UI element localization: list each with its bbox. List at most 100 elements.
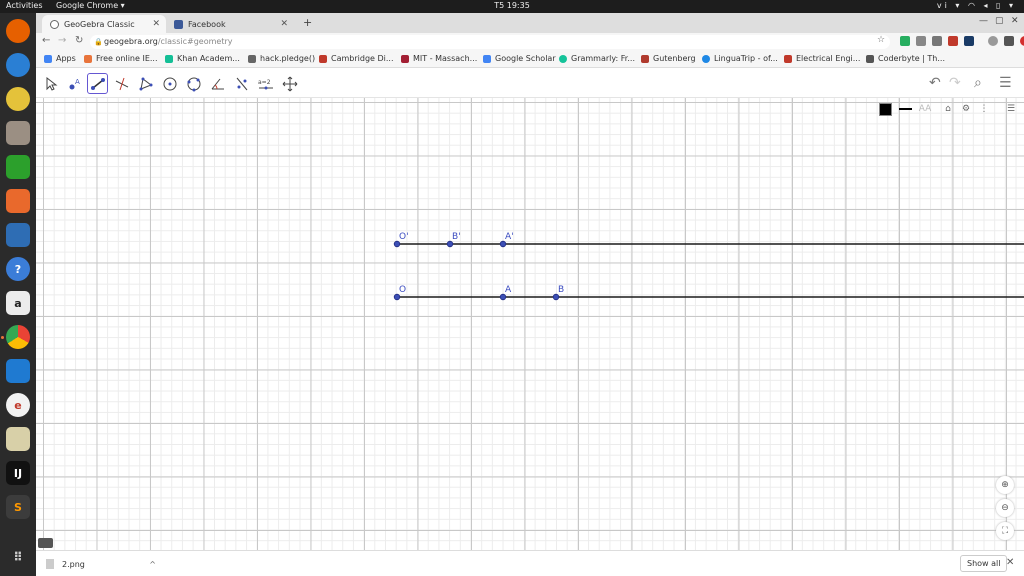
back-button[interactable]: ← (42, 35, 50, 46)
profile-avatar[interactable] (988, 36, 998, 46)
move-graphics-view-tool[interactable] (279, 73, 300, 94)
lock-icon[interactable]: ⌂ (939, 100, 957, 118)
show-all-button[interactable]: Show all (960, 555, 1008, 572)
point-top-0[interactable] (393, 240, 401, 248)
segment-tool[interactable] (87, 73, 108, 94)
new-tab-button[interactable]: + (303, 16, 312, 29)
chevron-up-icon[interactable]: ^ (149, 560, 156, 569)
system-tray[interactable]: vi ▾ ◠ ◂ ▯ ▾ (937, 1, 1016, 10)
intellij-icon[interactable]: IJ (6, 461, 30, 485)
zoom-in-button[interactable]: ⊕ (996, 476, 1014, 494)
point-bottom-0[interactable] (393, 293, 401, 301)
main-menu-icon[interactable]: ☰ (999, 75, 1012, 91)
wifi-icon: ◠ (967, 1, 978, 10)
tab-geogebra[interactable]: GeoGebra Classic ✕ (42, 15, 166, 33)
text-editor-icon[interactable] (6, 427, 30, 451)
app-grid-icon[interactable]: ⠿ (6, 545, 30, 569)
point-label-top-0: O' (399, 232, 409, 242)
color-picker-button[interactable] (876, 100, 894, 118)
ee-icon (784, 54, 792, 63)
tab-facebook[interactable]: Facebook ✕ (166, 15, 294, 33)
amazon-icon[interactable]: a (6, 291, 30, 315)
bookmark-linguatrip[interactable]: LinguaTrip - of... (702, 54, 778, 63)
bookmark-khan-academy[interactable]: Khan Academ... (165, 54, 240, 63)
extension-gift-icon[interactable] (1004, 36, 1014, 46)
bookmark-cambridge[interactable]: Cambridge Di... (319, 54, 394, 63)
bookmark-coderbyte[interactable]: Coderbyte | Th... (866, 54, 945, 63)
star-icon[interactable]: ☆ (877, 35, 885, 45)
point-top-1[interactable] (446, 240, 454, 248)
zoom-out-button[interactable]: ⊖ (996, 499, 1014, 517)
circle-three-points-tool[interactable] (183, 73, 204, 94)
fullscreen-button[interactable]: ⛶ (996, 522, 1014, 540)
forward-button[interactable]: → (58, 35, 66, 46)
move-tool[interactable] (40, 73, 61, 94)
system-top-bar: Activities Google Chrome ▾ T5 19:35 vi ▾… (0, 0, 1024, 13)
bookmark-label: Apps (56, 54, 76, 63)
address-bar[interactable]: 🔒 geogebra.org/classic#geometry (90, 35, 890, 49)
polygon-tool[interactable] (135, 73, 156, 94)
download-bar: 2.png ^ Show all ✕ (36, 550, 1024, 576)
software-center-icon[interactable] (6, 189, 30, 213)
thunderbird-icon[interactable] (6, 53, 30, 77)
undo-icon[interactable]: ↶ (929, 75, 941, 91)
close-window-button[interactable]: ✕ (1011, 16, 1019, 26)
redo-icon[interactable]: ↷ (949, 75, 961, 91)
menu-update-icon[interactable] (1020, 36, 1024, 46)
extension-o-icon[interactable] (948, 36, 958, 46)
reflect-tool[interactable] (231, 73, 252, 94)
chrome-icon[interactable] (6, 325, 30, 349)
language-indicator[interactable]: vi ▾ (937, 1, 963, 10)
line-style-button[interactable] (896, 100, 914, 118)
keyboard-icon[interactable] (38, 538, 53, 548)
sublime-icon[interactable]: S (6, 495, 30, 519)
bookmark-label: Free online IE... (96, 54, 158, 63)
slider-tool[interactable]: a=2 (255, 73, 276, 94)
bookmark-mit[interactable]: MIT - Massach... (401, 54, 477, 63)
geometry-drawing[interactable]: O' B' A' O A B (36, 98, 1024, 550)
search-icon[interactable]: ⌕ (974, 75, 982, 91)
files-icon[interactable] (6, 121, 30, 145)
point-tool[interactable]: A (64, 73, 85, 94)
bookmark-electrical-engineering[interactable]: Electrical Engi... (784, 54, 860, 63)
extension-shield-icon[interactable] (900, 36, 910, 46)
svg-text:A: A (75, 78, 80, 86)
extension-eye-icon[interactable] (916, 36, 926, 46)
close-download-bar-icon[interactable]: ✕ (1006, 557, 1014, 568)
settings-gear-icon[interactable]: ⚙ (957, 100, 975, 118)
extension-car-icon[interactable] (932, 36, 942, 46)
bookmark-grammarly[interactable]: Grammarly: Fr... (559, 54, 635, 63)
close-icon[interactable]: ✕ (280, 19, 288, 29)
maximize-button[interactable]: ▢ (995, 16, 1004, 26)
extension-j-icon[interactable] (964, 36, 974, 46)
bookmark-gutenberg[interactable]: Gutenberg (641, 54, 696, 63)
reload-button[interactable]: ↻ (75, 35, 83, 46)
geogebra-app-icon[interactable]: e (6, 393, 30, 417)
minimize-button[interactable]: — (979, 16, 988, 26)
system-clock[interactable]: T5 19:35 (0, 1, 1024, 10)
more-vertical-icon[interactable]: ⋮ (975, 100, 993, 118)
label-style-button[interactable]: AA (916, 100, 934, 118)
bookmark-free-online[interactable]: Free online IE... (84, 54, 158, 63)
bookmark-google-scholar[interactable]: Google Scholar (483, 54, 556, 63)
circle-center-point-tool[interactable] (159, 73, 180, 94)
libreoffice-writer-icon[interactable] (6, 223, 30, 247)
firefox-icon[interactable] (6, 19, 30, 43)
graphics-view[interactable]: O' B' A' O A B AA ⌂ ⚙ ⋮ ☰ ⊕ ⊖ ⛶ (36, 98, 1024, 550)
rhythmbox-icon[interactable] (6, 87, 30, 111)
help-icon[interactable]: ? (6, 257, 30, 281)
download-item[interactable]: 2.png ^ (46, 555, 156, 573)
move-arrows-icon (282, 76, 297, 91)
point-bottom-2[interactable] (552, 293, 560, 301)
point-bottom-1[interactable] (499, 293, 507, 301)
download-filename: 2.png (62, 559, 85, 569)
algebra-toggle-icon[interactable]: ☰ (1002, 100, 1020, 118)
libreoffice-calc-icon[interactable] (6, 155, 30, 179)
perpendicular-line-tool[interactable] (111, 73, 132, 94)
close-icon[interactable]: ✕ (152, 19, 160, 29)
angle-tool[interactable] (207, 73, 228, 94)
vscode-icon[interactable] (6, 359, 30, 383)
point-top-2[interactable] (499, 240, 507, 248)
bookmark-apps[interactable]: Apps (44, 54, 76, 63)
bookmark-hack-pledge[interactable]: hack.pledge() (248, 54, 315, 63)
